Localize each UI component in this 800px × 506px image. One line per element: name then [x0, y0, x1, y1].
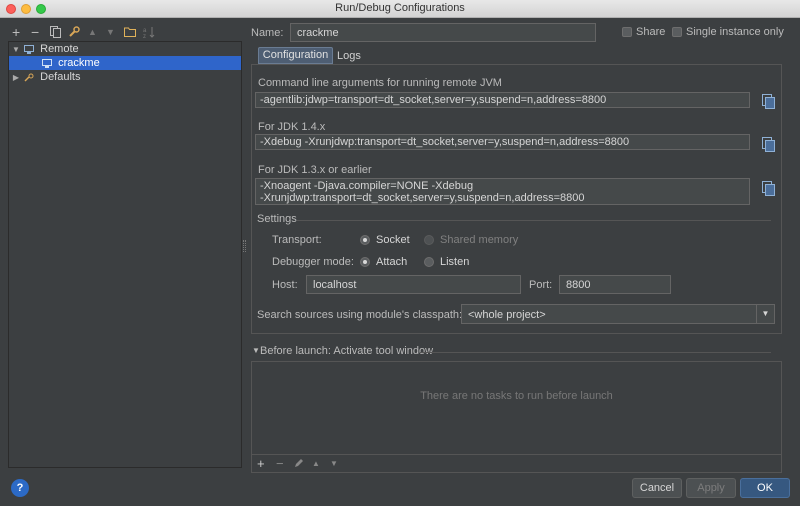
- tree-item-label: Defaults: [40, 71, 81, 83]
- tree-item-label: crackme: [58, 57, 100, 69]
- cmdline-field[interactable]: -agentlib:jdwp=transport=dt_socket,serve…: [255, 92, 750, 108]
- splitter-handle[interactable]: [243, 240, 246, 252]
- remote-icon: [24, 44, 35, 54]
- name-field[interactable]: crackme: [290, 23, 596, 42]
- single-instance-label: Single instance only: [686, 26, 784, 38]
- jdk13-field[interactable]: -Xnoagent -Djava.compiler=NONE -Xdebug -…: [255, 178, 750, 205]
- copy-icon[interactable]: [50, 26, 61, 40]
- tree-item-remote[interactable]: ▼ Remote: [9, 42, 241, 56]
- configuration-tree: ▼ Remote crackme ▶ Defaults: [8, 41, 242, 468]
- svg-text:z: z: [143, 34, 146, 38]
- debugger-attach-radio[interactable]: Attach: [360, 256, 407, 268]
- tree-item-label: Remote: [40, 43, 79, 55]
- ok-button[interactable]: OK: [740, 478, 790, 498]
- classpath-label: Search sources using module's classpath:: [257, 309, 463, 321]
- wrench-icon[interactable]: [68, 26, 80, 40]
- remove-icon[interactable]: −: [276, 456, 284, 471]
- window-title: Run/Debug Configurations: [335, 2, 465, 14]
- port-label: Port:: [529, 279, 553, 291]
- settings-label: Settings: [257, 213, 297, 225]
- add-icon[interactable]: +: [12, 25, 20, 39]
- settings-divider: [297, 220, 771, 221]
- tree-item-defaults[interactable]: ▶ Defaults: [9, 70, 241, 84]
- radio-label: Shared memory: [440, 234, 519, 246]
- jdk13-label: For JDK 1.3.x or earlier: [258, 164, 372, 176]
- edit-icon[interactable]: [294, 458, 304, 471]
- before-launch-list: There are no tasks to run before launch: [251, 361, 782, 455]
- help-icon[interactable]: ?: [11, 479, 29, 497]
- before-launch-divider: [420, 352, 771, 353]
- classpath-select[interactable]: <whole project> ▼: [461, 304, 775, 324]
- move-down-icon[interactable]: ▼: [330, 459, 338, 468]
- sort-icon[interactable]: az: [143, 26, 155, 40]
- add-icon[interactable]: +: [257, 456, 265, 471]
- wrench-icon: [24, 73, 34, 82]
- share-checkbox[interactable]: Share: [622, 26, 665, 38]
- single-instance-checkbox[interactable]: Single instance only: [672, 26, 784, 38]
- jdk13-line-2: -Xrunjdwp:transport=dt_socket,server=y,s…: [260, 192, 585, 204]
- move-up-icon[interactable]: ▲: [312, 459, 320, 468]
- radio-label: Attach: [376, 256, 408, 268]
- cmdline-label: Command line arguments for running remot…: [258, 77, 502, 89]
- empty-list-text: There are no tasks to run before launch: [420, 390, 613, 402]
- apply-button[interactable]: Apply: [686, 478, 736, 498]
- tab-configuration[interactable]: Configuration: [258, 47, 333, 64]
- host-field[interactable]: localhost: [306, 275, 521, 294]
- copy-icon[interactable]: [760, 137, 775, 152]
- jdk14-label: For JDK 1.4.x: [258, 121, 326, 133]
- radio-label: Socket: [376, 234, 410, 246]
- classpath-value: <whole project>: [468, 309, 546, 321]
- collapse-arrow-icon[interactable]: ▼: [252, 346, 260, 355]
- jdk14-field[interactable]: -Xdebug -Xrunjdwp:transport=dt_socket,se…: [255, 134, 750, 150]
- chevron-down-icon[interactable]: ▼: [756, 305, 774, 323]
- port-field[interactable]: 8800: [559, 275, 671, 294]
- transport-socket-radio[interactable]: Socket: [360, 234, 410, 246]
- remove-icon[interactable]: −: [31, 25, 39, 39]
- jdk13-line-1: -Xnoagent -Djava.compiler=NONE -Xdebug: [260, 180, 474, 192]
- collapse-arrow-icon[interactable]: ▶: [11, 71, 21, 85]
- copy-icon[interactable]: [760, 181, 775, 196]
- title-bar: Run/Debug Configurations: [0, 0, 800, 18]
- host-label: Host:: [272, 279, 298, 291]
- name-label: Name:: [251, 27, 284, 39]
- move-down-icon[interactable]: ▼: [106, 26, 115, 38]
- debugger-mode-label: Debugger mode:: [272, 256, 354, 268]
- tab-logs[interactable]: Logs: [337, 48, 361, 64]
- cancel-button[interactable]: Cancel: [632, 478, 682, 498]
- copy-icon[interactable]: [760, 94, 775, 109]
- move-up-icon[interactable]: ▲: [88, 26, 97, 38]
- folder-icon[interactable]: [124, 26, 136, 39]
- transport-shared-memory-radio[interactable]: Shared memory: [424, 234, 518, 246]
- remote-icon: [42, 58, 53, 68]
- transport-label: Transport:: [272, 234, 322, 246]
- before-launch-title: Before launch: Activate tool window: [260, 345, 434, 357]
- share-label: Share: [636, 26, 666, 38]
- radio-label: Listen: [440, 256, 470, 268]
- expand-arrow-icon[interactable]: ▼: [11, 43, 21, 57]
- tree-item-crackme[interactable]: crackme: [9, 56, 241, 70]
- before-launch-toolbar: + − ▲ ▼: [251, 455, 782, 473]
- debugger-listen-radio[interactable]: Listen: [424, 256, 469, 268]
